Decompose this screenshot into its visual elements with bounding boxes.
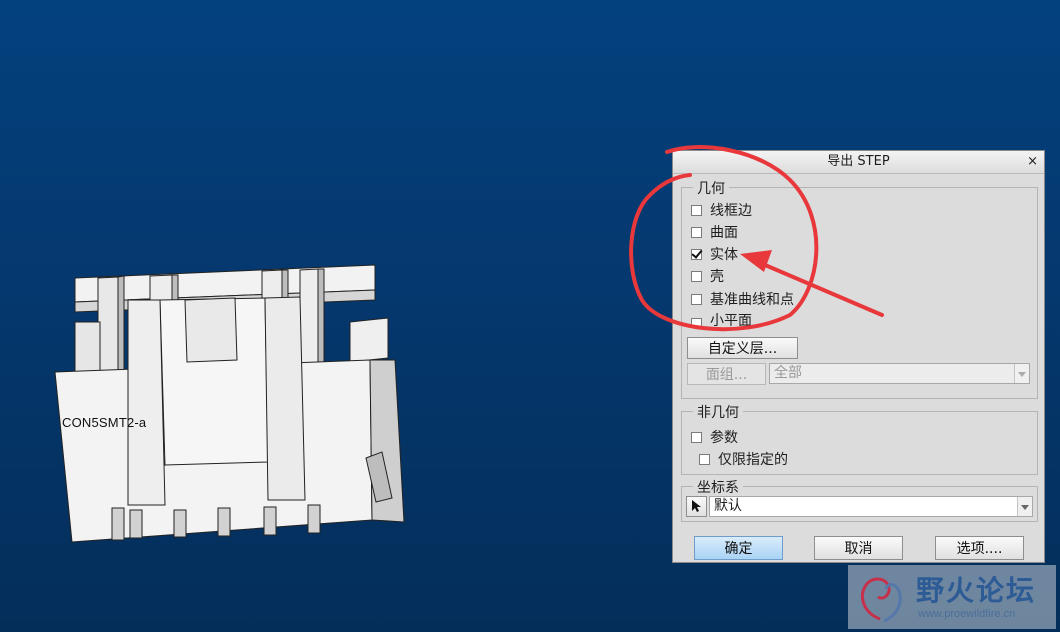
forum-watermark: 野火论坛 www.proewildfire.cn: [848, 565, 1056, 629]
coordinate-system-group-title: 坐标系: [693, 477, 743, 497]
face-groups-select[interactable]: 全部: [769, 363, 1030, 384]
ok-button[interactable]: 确定: [694, 536, 783, 560]
chevron-down-icon[interactable]: [1017, 497, 1032, 516]
coordinate-system-value: 默认: [714, 498, 742, 514]
option-facets[interactable]: 小平面: [691, 312, 752, 326]
watermark-url: www.proewildfire.cn: [918, 608, 1016, 620]
option-surfaces[interactable]: 曲面: [691, 222, 738, 242]
solids-label: 实体: [710, 247, 738, 263]
option-solids[interactable]: 实体: [691, 244, 738, 264]
wireframe-edges-label: 线框边: [710, 203, 752, 219]
select-csys-button[interactable]: [686, 496, 707, 517]
option-wireframe-edges[interactable]: 线框边: [691, 200, 752, 220]
close-icon[interactable]: ×: [1027, 151, 1038, 173]
surfaces-checkbox[interactable]: [691, 226, 702, 238]
dialog-titlebar[interactable]: 导出 STEP ×: [673, 151, 1044, 174]
geometry-group-title: 几何: [693, 178, 729, 198]
watermark-title: 野火论坛: [916, 574, 1037, 607]
specified-only-checkbox[interactable]: [699, 453, 710, 465]
parameters-label: 参数: [710, 430, 738, 446]
shells-label: 壳: [710, 269, 724, 285]
shells-checkbox[interactable]: [691, 270, 702, 282]
coordinate-system-select[interactable]: 默认: [709, 496, 1033, 517]
surfaces-label: 曲面: [710, 225, 738, 241]
facets-checkbox[interactable]: [691, 318, 702, 326]
options-button[interactable]: 选项....: [935, 536, 1024, 560]
solids-checkbox[interactable]: [691, 248, 702, 260]
option-parameters[interactable]: 参数: [691, 427, 738, 447]
export-step-dialog: 导出 STEP × 几何 线框边 曲面 实体 壳 基准曲线和点 小平面 自定义层…: [672, 150, 1045, 563]
model-name-label: CON5SMT2-a: [62, 415, 147, 430]
forum-logo-icon: [861, 577, 902, 623]
datum-curves-points-checkbox[interactable]: [691, 293, 702, 305]
dialog-title: 导出 STEP: [827, 154, 890, 169]
option-shells[interactable]: 壳: [691, 266, 724, 286]
pointer-arrow-icon: [692, 500, 701, 512]
datum-curves-points-label: 基准曲线和点: [710, 292, 794, 308]
specified-only-label: 仅限指定的: [718, 452, 788, 468]
non-geometry-group-title: 非几何: [693, 402, 743, 422]
face-groups-button[interactable]: 面组...: [687, 363, 766, 385]
option-specified-only[interactable]: 仅限指定的: [699, 449, 788, 469]
cancel-button[interactable]: 取消: [814, 536, 903, 560]
facets-label: 小平面: [710, 313, 752, 326]
face-groups-select-value: 全部: [774, 365, 802, 381]
wireframe-edges-checkbox[interactable]: [691, 204, 702, 216]
chevron-down-icon[interactable]: [1014, 364, 1029, 383]
custom-layers-button[interactable]: 自定义层...: [687, 337, 798, 359]
parameters-checkbox[interactable]: [691, 431, 702, 443]
option-datum-curves-points[interactable]: 基准曲线和点: [691, 289, 794, 309]
